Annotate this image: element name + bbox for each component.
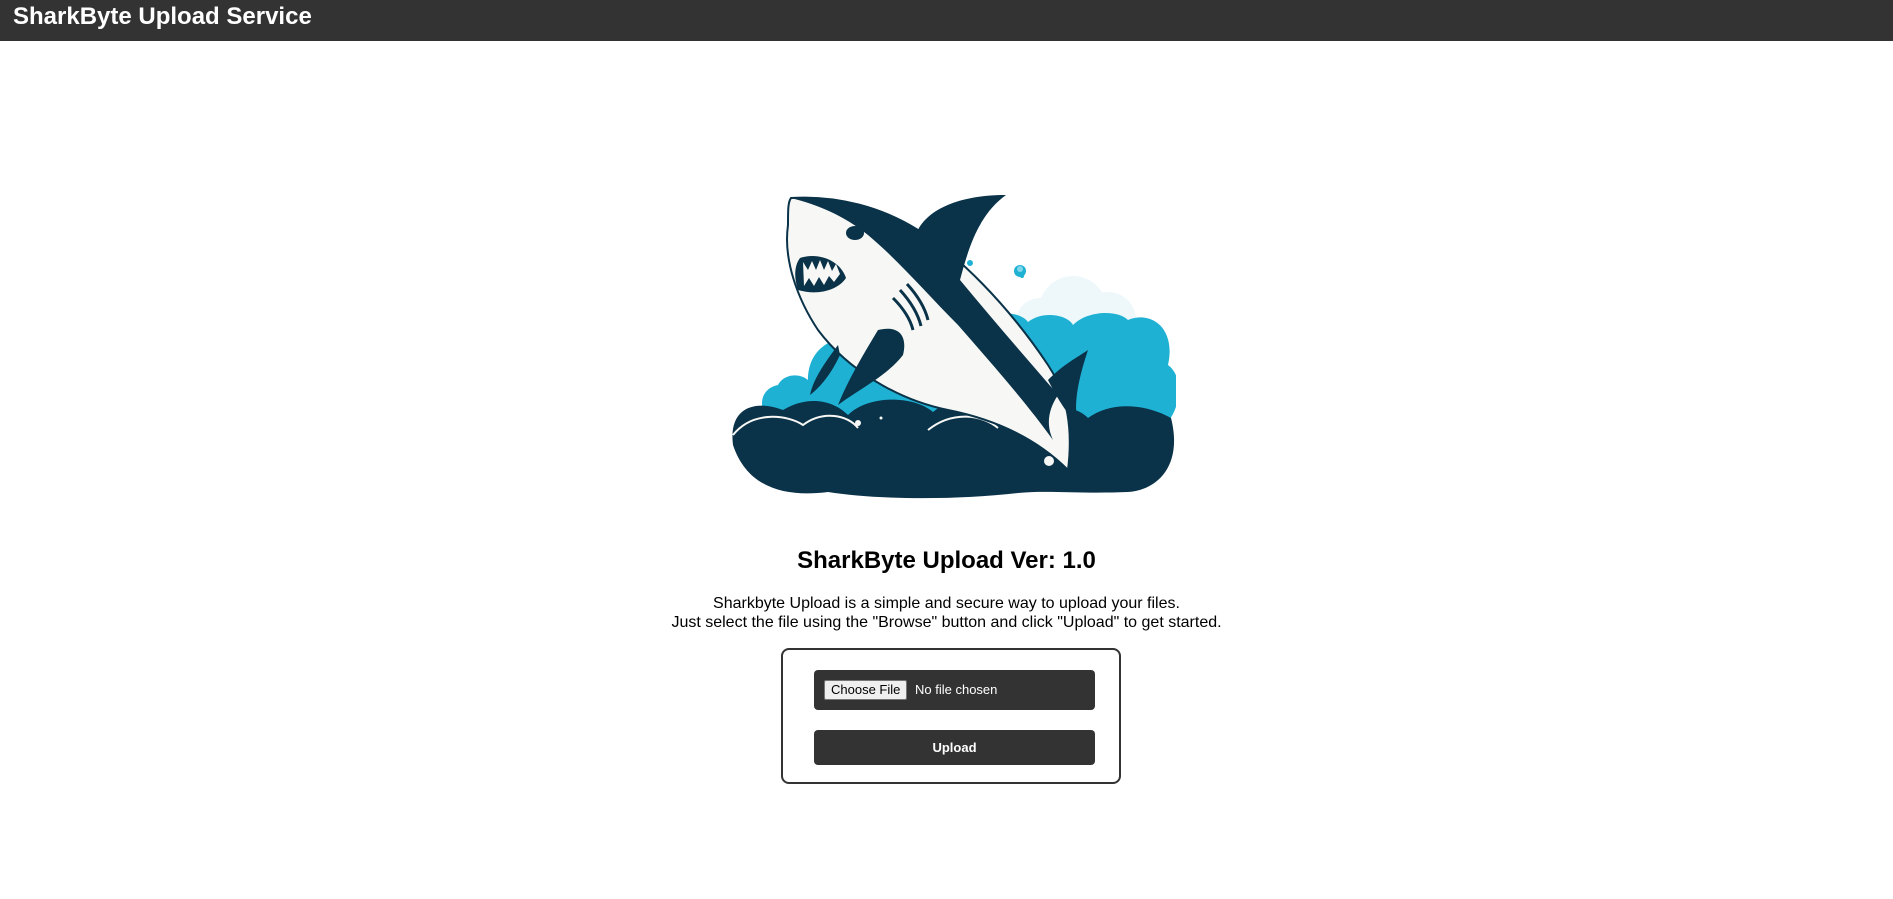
upload-button[interactable]: Upload (814, 730, 1095, 765)
shark-logo (728, 190, 1176, 500)
page-title: SharkByte Upload Ver: 1.0 (797, 547, 1096, 574)
choose-file-button[interactable]: Choose File (824, 680, 908, 700)
description-line-1: Sharkbyte Upload is a simple and secure … (713, 595, 1180, 612)
file-status-text: No file chosen (915, 682, 998, 697)
app-title: SharkByte Upload Service (13, 3, 312, 30)
upload-form: Choose File No file chosen Upload (781, 648, 1121, 784)
file-input[interactable]: Choose File No file chosen (814, 670, 1095, 710)
shark-logo-icon (732, 195, 1176, 499)
description: Sharkbyte Upload is a simple and secure … (0, 594, 1893, 632)
description-line-2: Just select the file using the "Browse" … (671, 614, 1222, 631)
top-bar: SharkByte Upload Service (0, 0, 1893, 41)
